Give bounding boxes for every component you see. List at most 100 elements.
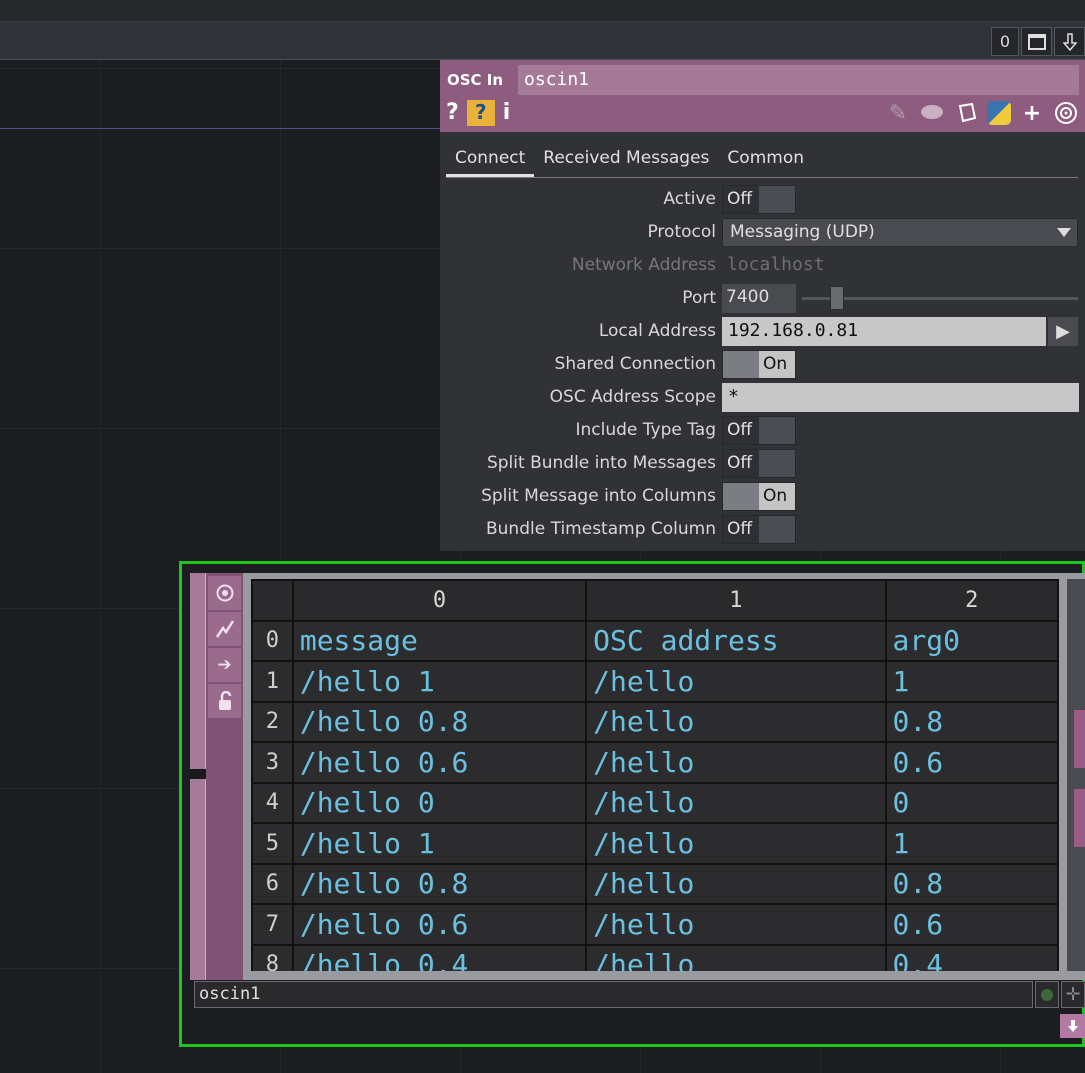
horizontal-scroll-thumb[interactable]: [1074, 789, 1085, 847]
pane-count-button[interactable]: 0: [991, 27, 1019, 56]
dat-side-panel: ➔: [190, 573, 243, 980]
comment-icon[interactable]: [919, 100, 945, 126]
param-shared-connection: Shared Connection On: [440, 350, 1085, 380]
table-row: 8/hello 0.4/hello 0.4: [251, 943, 1059, 971]
table-cell: 0: [884, 781, 1059, 824]
status-dot-icon: [1041, 988, 1053, 1001]
viewer-target-icon[interactable]: [1053, 100, 1079, 126]
table-cell: /hello: [585, 822, 887, 865]
table-scrollbar[interactable]: [1067, 579, 1085, 971]
arrow-right-icon[interactable]: ➔: [208, 648, 241, 682]
table-cell: /hello 0: [291, 781, 588, 824]
parameter-dialog: OSC In oscin1 ? ? i ✎ + Connect Received…: [440, 60, 1085, 551]
toggle-value: On: [759, 483, 795, 510]
port-slider-handle[interactable]: [830, 286, 844, 310]
table-row: 6/hello 0.8/hello 0.8: [251, 862, 1059, 905]
play-icon[interactable]: ▶: [1048, 317, 1078, 346]
split-message-toggle[interactable]: On: [722, 482, 796, 511]
plus-icon[interactable]: +: [1019, 100, 1045, 126]
table-cell: 0.6: [884, 903, 1059, 946]
toggle-knob: [723, 351, 759, 378]
chevron-down-icon: [1057, 228, 1071, 237]
dropdown-value: Messaging (UDP): [730, 222, 875, 242]
bypass-flag[interactable]: [1035, 981, 1059, 1008]
param-network-address: Network Address localhost: [440, 251, 1085, 281]
pane-bar: [0, 22, 1085, 60]
table-row: 2/hello 0.8/hello 0.8: [251, 700, 1059, 743]
help-icon[interactable]: ?: [446, 100, 459, 126]
table-cell: 0.8: [884, 862, 1059, 905]
row-number: 8: [251, 943, 294, 971]
param-split-message: Split Message into Columns On: [440, 482, 1085, 512]
param-osc-address-scope: OSC Address Scope *: [440, 383, 1085, 413]
toggle-value: On: [759, 351, 795, 378]
port-field[interactable]: 7400: [722, 284, 796, 313]
dat-table-viewer[interactable]: 0 1 2 0 message OSC address arg0 1/hello 1/…: [251, 579, 1059, 971]
row-number: 2: [251, 700, 294, 743]
osc-address-scope-field[interactable]: *: [722, 383, 1079, 412]
active-toggle[interactable]: Off: [722, 185, 796, 214]
param-label: Local Address: [598, 321, 716, 341]
row-number: 1: [251, 660, 294, 703]
row-number: 0: [251, 619, 294, 662]
table-cell: /hello 0.6: [291, 903, 588, 946]
row-number: 4: [251, 781, 294, 824]
lock-icon[interactable]: [208, 684, 241, 718]
column-header: 1: [585, 579, 887, 622]
arrow-down-icon[interactable]: [1060, 1014, 1085, 1038]
local-address-field[interactable]: 192.168.0.81: [722, 317, 1046, 346]
table-cell: /hello: [585, 943, 887, 971]
table-cell: /hello: [585, 862, 887, 905]
expand-icon[interactable]: ✛: [1061, 981, 1085, 1008]
column-header: 0: [291, 579, 588, 622]
table-row: 3/hello 0.6/hello 0.6: [251, 741, 1059, 784]
param-include-type-tag: Include Type Tag Off: [440, 416, 1085, 446]
row-number: 6: [251, 862, 294, 905]
param-label: Split Bundle into Messages: [486, 453, 716, 473]
include-type-tag-toggle[interactable]: Off: [722, 416, 796, 445]
shared-connection-toggle[interactable]: On: [722, 350, 796, 379]
osc-in-dat-node[interactable]: ➔ 0 1 2 0 message OSC address arg0 1/hello …: [179, 561, 1085, 1047]
param-local-address: Local Address 192.168.0.81 ▶: [440, 317, 1085, 347]
table-row: 7/hello 0.6/hello 0.6: [251, 903, 1059, 946]
info-icon[interactable]: i: [503, 100, 511, 126]
pencil-icon[interactable]: ✎: [885, 100, 911, 126]
python-icon[interactable]: [987, 101, 1011, 125]
python-help-icon[interactable]: ?: [466, 100, 495, 126]
help-icons: ? ? i: [446, 100, 510, 126]
table-cell: /hello 1: [291, 660, 588, 703]
dat-flag-icons: ➔: [208, 576, 241, 720]
toggle-value: Off: [723, 450, 759, 477]
vertical-scroll-thumb[interactable]: [1074, 710, 1085, 768]
window-maximize-icon[interactable]: [1021, 27, 1052, 56]
table-cell: 0.8: [884, 700, 1059, 743]
table-cell: OSC address: [585, 619, 887, 662]
operator-name-field[interactable]: oscin1: [518, 65, 1079, 95]
menu-bar: [0, 0, 1085, 22]
table-cell: /hello 0.4: [291, 943, 588, 971]
node-name-label[interactable]: oscin1: [194, 981, 1033, 1008]
tab-common[interactable]: Common: [718, 144, 813, 177]
toggle-knob: [759, 186, 795, 213]
network-address-field: localhost: [727, 254, 825, 275]
table-cell: 0.6: [884, 741, 1059, 784]
clone-icon[interactable]: [953, 100, 979, 126]
viewer-icon[interactable]: [208, 576, 241, 610]
split-bundle-toggle[interactable]: Off: [722, 449, 796, 478]
table-cell: /hello: [585, 700, 887, 743]
tab-received-messages[interactable]: Received Messages: [534, 144, 718, 177]
protocol-dropdown[interactable]: Messaging (UDP): [722, 218, 1078, 247]
tab-connect[interactable]: Connect: [446, 144, 535, 177]
operator-tool-icons: ✎ +: [885, 100, 1079, 126]
pane-controls: 0: [991, 27, 1085, 56]
param-label: Shared Connection: [554, 354, 716, 374]
table-row: 0 message OSC address arg0: [251, 619, 1059, 662]
cook-icon[interactable]: [208, 612, 241, 646]
table-cell: /hello: [585, 781, 887, 824]
arrow-down-icon[interactable]: [1054, 27, 1085, 56]
bundle-timestamp-toggle[interactable]: Off: [722, 515, 796, 544]
dat-table: 0 1 2 0 message OSC address arg0 1/hello 1/…: [251, 579, 1059, 971]
toggle-knob: [759, 450, 795, 477]
param-protocol: Protocol Messaging (UDP): [440, 218, 1085, 248]
dat-input-connector[interactable]: [190, 769, 206, 779]
